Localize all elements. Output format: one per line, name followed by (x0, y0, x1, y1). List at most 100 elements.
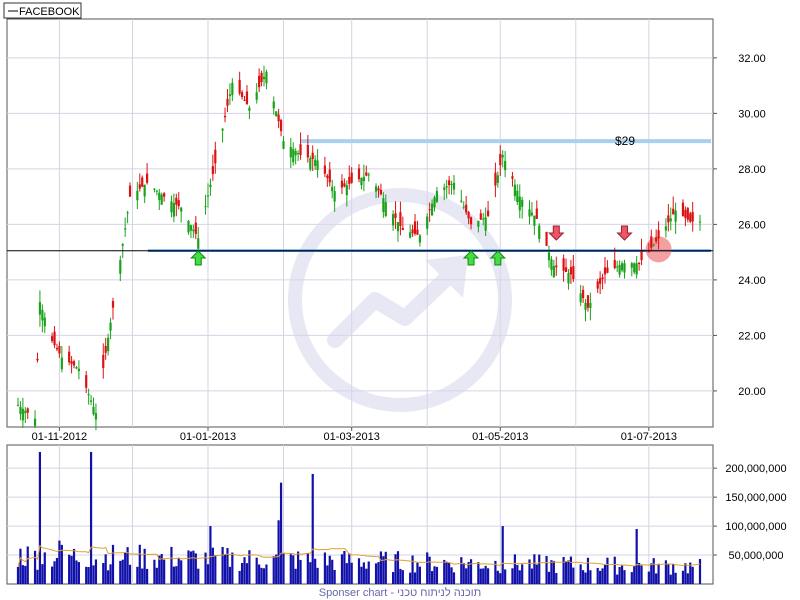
volume-bar (409, 572, 412, 584)
candle-body (38, 302, 42, 315)
volume-bar (511, 568, 514, 584)
candle-body (640, 250, 643, 261)
candle-body (138, 184, 141, 189)
candle-body (367, 174, 370, 176)
volume-bar (345, 563, 348, 584)
volume-bar (411, 555, 414, 584)
candle-body (379, 189, 383, 195)
candle-body (194, 222, 197, 234)
volume-bar (669, 574, 672, 584)
candle-body (238, 79, 241, 94)
volume-bar (513, 554, 516, 584)
candle-body (262, 76, 266, 80)
candle-body (197, 238, 200, 249)
volume-bar (613, 556, 616, 584)
volume-bar (323, 552, 326, 584)
volume-bar (672, 564, 675, 584)
candle-body (533, 215, 536, 226)
candle-body (231, 82, 234, 96)
volume-bar (521, 564, 524, 584)
volume-bar (367, 561, 370, 584)
candle-body (674, 210, 677, 222)
candle-body (33, 418, 37, 427)
candle-body (206, 195, 210, 197)
candle-body (60, 357, 63, 370)
volume-bar (70, 555, 73, 584)
candle-body (530, 212, 534, 216)
candle-body (128, 185, 132, 197)
volume-bar (562, 557, 565, 584)
volume-bar (119, 560, 122, 584)
volume-bar (538, 554, 541, 584)
candle-body (299, 144, 302, 155)
volume-bar (43, 552, 46, 584)
volume-bar (569, 556, 573, 584)
volume-bar (75, 560, 78, 584)
candle-body (564, 267, 568, 272)
volume-bar (68, 554, 71, 584)
candle-body (141, 177, 144, 187)
volume-bar (26, 546, 29, 584)
candle-body (562, 258, 565, 271)
candle-body (209, 184, 212, 188)
candle-body (664, 226, 667, 231)
candle-body (572, 266, 575, 280)
candle-body (153, 188, 156, 190)
volume-bar (107, 570, 110, 584)
resistance-label: $29 (615, 134, 635, 148)
volume-bar (450, 567, 453, 584)
volume-bar (177, 557, 180, 584)
volume-bar (214, 555, 217, 584)
volume-bar (516, 564, 519, 584)
candle-body (70, 361, 73, 364)
candle-body (226, 98, 229, 106)
candle-body (579, 293, 582, 303)
candle-body (221, 128, 224, 131)
candle-body (616, 266, 619, 268)
candle-body (601, 277, 604, 280)
candle-body (92, 406, 95, 415)
volume-bar (584, 572, 587, 584)
candle-body (399, 212, 402, 226)
candle-body (401, 227, 404, 230)
candle-body (75, 367, 78, 369)
candle-body (331, 186, 334, 192)
volume-bar (374, 563, 378, 584)
volume-bar (326, 565, 329, 584)
candle-body (377, 188, 380, 191)
candle-body (479, 213, 482, 220)
candle-body (667, 215, 670, 223)
candle-body (443, 187, 446, 190)
volume-bar (311, 473, 314, 584)
volume-bar (392, 572, 395, 584)
candle-body (392, 214, 395, 226)
volume-bar (316, 567, 319, 584)
volume-bar (599, 570, 602, 584)
volume-bar (443, 559, 446, 584)
volume-bar (681, 570, 685, 584)
candle-body (494, 172, 497, 186)
volume-bar (85, 566, 88, 584)
candle-body (650, 236, 653, 248)
volume-bar (211, 547, 214, 584)
volume-bar (87, 567, 90, 584)
candle-body (596, 281, 599, 289)
date-tick-label: 01-11-2012 (32, 431, 87, 443)
candle-body (102, 354, 105, 368)
candle-body (163, 193, 166, 197)
volume-bar (689, 562, 692, 584)
candle-body (681, 202, 685, 217)
candle-body (538, 225, 541, 239)
volume-bar (396, 551, 400, 584)
candle-body (569, 267, 573, 275)
volume-bar (38, 451, 42, 584)
candle-body (357, 168, 361, 180)
candle-body (26, 408, 29, 413)
volume-bar (638, 562, 641, 584)
candle-body (328, 169, 331, 183)
volume-bar (399, 568, 402, 584)
candle-body (448, 180, 451, 186)
volume-bar (331, 559, 334, 584)
candle-body (145, 173, 149, 183)
date-tick-label: 01-05-2013 (472, 431, 528, 443)
